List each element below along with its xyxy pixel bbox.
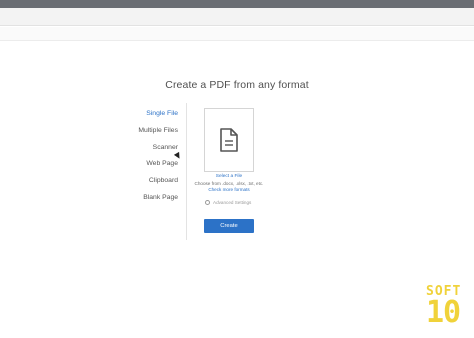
tab-web-page[interactable]: Web Page	[120, 158, 178, 175]
tab-multiple-files[interactable]: Multiple Files	[120, 125, 178, 142]
app-subtoolbar	[0, 27, 474, 41]
gear-icon	[205, 200, 210, 205]
window-top-bar	[0, 0, 474, 8]
tab-scanner[interactable]: Scanner	[120, 142, 178, 159]
advanced-settings-toggle[interactable]: Advanced Settings	[205, 200, 251, 205]
watermark-bottom-text: 10	[426, 295, 461, 330]
advanced-settings-label: Advanced Settings	[213, 200, 252, 205]
more-formats-link[interactable]: Check more formats	[194, 187, 264, 192]
select-file-link[interactable]: Select a File	[194, 174, 264, 179]
soft10-watermark-logo: SOFT 10	[426, 285, 472, 333]
tab-single-file[interactable]: Single File	[120, 108, 178, 125]
source-tabs: Single File Multiple Files Scanner Web P…	[120, 108, 178, 209]
create-button[interactable]: Create	[204, 219, 254, 233]
document-icon	[220, 128, 238, 152]
tab-blank-page[interactable]: Blank Page	[120, 192, 178, 209]
file-drop-zone[interactable]	[204, 108, 254, 172]
app-toolbar	[0, 8, 474, 26]
page-title: Create a PDF from any format	[165, 79, 309, 91]
vertical-divider	[186, 103, 187, 240]
tab-clipboard[interactable]: Clipboard	[120, 175, 178, 192]
